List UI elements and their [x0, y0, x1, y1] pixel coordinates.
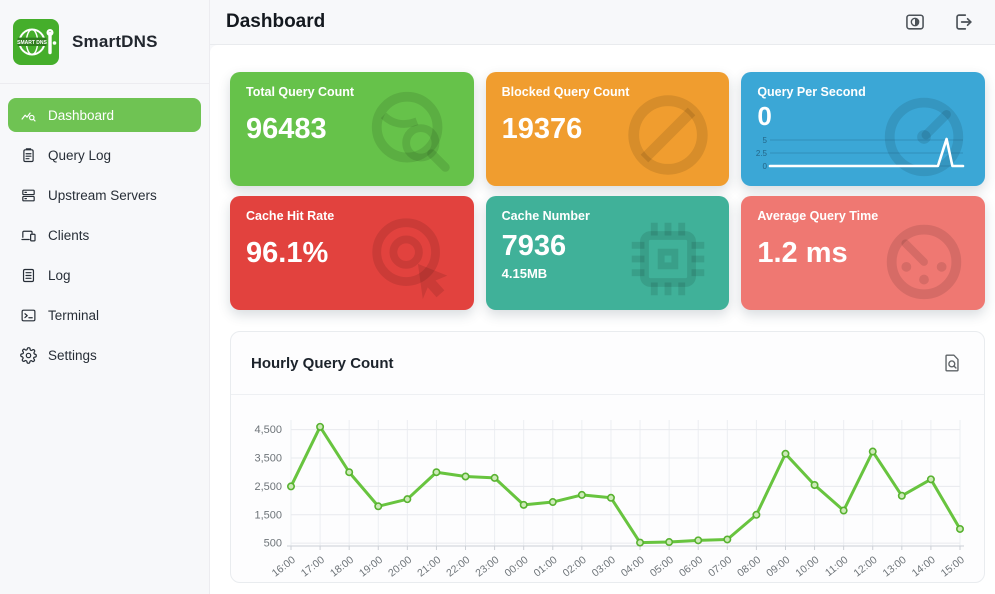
svg-text:1,500: 1,500 — [254, 509, 282, 521]
hourly-chart-panel: Hourly Query Count 500 1,500 2,500 3,500 4,5… — [230, 331, 985, 583]
svg-text:01:00: 01:00 — [532, 554, 560, 580]
card-value: 19376 — [502, 114, 714, 145]
svg-text:14:00: 14:00 — [910, 554, 938, 580]
brand: SMART DNS SmartDNS — [0, 0, 209, 84]
svg-text:19:00: 19:00 — [357, 554, 385, 580]
svg-text:2,500: 2,500 — [254, 481, 282, 493]
svg-text:20:00: 20:00 — [386, 554, 414, 580]
top-bar: Dashboard — [210, 0, 995, 45]
svg-text:00:00: 00:00 — [502, 554, 530, 580]
sidebar-item-label: Query Log — [48, 148, 111, 163]
svg-text:500: 500 — [264, 538, 282, 550]
card-query-per-second: Query Per Second002.55 — [741, 72, 985, 186]
svg-text:07:00: 07:00 — [706, 554, 734, 580]
svg-text:5: 5 — [763, 136, 768, 145]
stat-cards: Total Query Count96483Blocked Query Coun… — [230, 72, 985, 310]
servers-icon — [20, 187, 37, 204]
card-subvalue: 4.15MB — [502, 266, 714, 281]
sidebar-menu: Dashboard Query Log Upstream Servers Client… — [0, 84, 209, 386]
sidebar-item-label: Clients — [48, 228, 89, 243]
svg-text:05:00: 05:00 — [648, 554, 676, 580]
card-value: 96.1% — [246, 238, 458, 269]
svg-text:02:00: 02:00 — [561, 554, 589, 580]
chart-search-icon — [20, 107, 37, 124]
gear-icon — [20, 347, 37, 364]
smartdns-dashboard-page: { "app": { "brand": "SmartDNS", "logo_te… — [0, 0, 995, 594]
hourly-query-line-chart: 500 1,500 2,500 3,500 4,500 16:0017:0018:0019… — [233, 396, 982, 582]
card-value: 0 — [757, 103, 969, 130]
card-cache-number: Cache Number79364.15MB — [486, 196, 730, 310]
svg-text:SMART DNS: SMART DNS — [17, 39, 47, 45]
card-total-query-count: Total Query Count96483 — [230, 72, 474, 186]
card-average-query-time: Average Query Time1.2 ms — [741, 196, 985, 310]
svg-text:22:00: 22:00 — [444, 554, 472, 580]
svg-text:15:00: 15:00 — [939, 554, 967, 580]
smartdns-logo-icon: SMART DNS — [13, 19, 59, 65]
sidebar-item-label: Dashboard — [48, 108, 114, 123]
svg-text:12:00: 12:00 — [851, 554, 879, 580]
theme-toggle-icon — [904, 11, 926, 33]
sidebar-item-label: Terminal — [48, 308, 99, 323]
theme-toggle-button[interactable] — [903, 10, 927, 34]
document-icon — [20, 267, 37, 284]
sidebar-item-query-log[interactable]: Query Log — [8, 138, 201, 172]
svg-text:06:00: 06:00 — [677, 554, 705, 580]
sidebar-item-upstream-servers[interactable]: Upstream Servers — [8, 178, 201, 212]
brand-name: SmartDNS — [72, 32, 158, 52]
svg-text:4,500: 4,500 — [254, 424, 282, 436]
svg-text:11:00: 11:00 — [823, 554, 851, 579]
page-title: Dashboard — [226, 11, 903, 33]
svg-text:2.5: 2.5 — [756, 149, 768, 158]
sidebar-item-clients[interactable]: Clients — [8, 218, 201, 252]
sidebar-item-settings[interactable]: Settings — [8, 338, 201, 372]
chart-title: Hourly Query Count — [251, 355, 394, 372]
card-cache-hit-rate: Cache Hit Rate96.1% — [230, 196, 474, 310]
save-image-button[interactable] — [940, 351, 964, 375]
sidebar-item-terminal[interactable]: Terminal — [8, 298, 201, 332]
svg-text:13:00: 13:00 — [881, 554, 909, 580]
svg-text:10:00: 10:00 — [793, 554, 821, 580]
svg-text:16:00: 16:00 — [270, 554, 298, 580]
sidebar-item-label: Log — [48, 268, 71, 283]
logout-button[interactable] — [951, 10, 975, 34]
sidebar-item-log[interactable]: Log — [8, 258, 201, 292]
card-blocked-query-count: Blocked Query Count19376 — [486, 72, 730, 186]
svg-text:3,500: 3,500 — [254, 453, 282, 465]
topbar-icons — [903, 10, 975, 34]
logout-icon — [952, 11, 974, 33]
svg-text:17:00: 17:00 — [299, 554, 327, 580]
save-image-icon — [941, 352, 963, 374]
svg-text:21:00: 21:00 — [415, 554, 443, 580]
svg-text:0: 0 — [763, 162, 768, 171]
svg-text:18:00: 18:00 — [328, 554, 356, 580]
clipboard-icon — [20, 147, 37, 164]
qps-sparkline-chart: 02.55 — [755, 130, 966, 178]
card-value: 96483 — [246, 114, 458, 145]
sidebar-item-label: Upstream Servers — [48, 188, 157, 203]
svg-text:09:00: 09:00 — [764, 554, 792, 580]
card-value: 7936 — [502, 231, 714, 262]
svg-text:23:00: 23:00 — [473, 554, 501, 580]
chart-panel-header: Hourly Query Count — [231, 332, 984, 395]
hourly-query-chart: 500 1,500 2,500 3,500 4,500 16:0017:0018:0019… — [231, 395, 984, 587]
card-value: 1.2 ms — [757, 238, 969, 269]
sidebar-item-label: Settings — [48, 348, 97, 363]
svg-text:04:00: 04:00 — [619, 554, 647, 580]
devices-icon — [20, 227, 37, 244]
sidebar: SMART DNS SmartDNS Dashboard Query Log Ups… — [0, 0, 210, 594]
svg-text:03:00: 03:00 — [590, 554, 618, 580]
svg-text:08:00: 08:00 — [735, 554, 763, 580]
terminal-icon — [20, 307, 37, 324]
main-content: Total Query Count96483Blocked Query Coun… — [210, 45, 995, 594]
sidebar-item-dashboard[interactable]: Dashboard — [8, 98, 201, 132]
